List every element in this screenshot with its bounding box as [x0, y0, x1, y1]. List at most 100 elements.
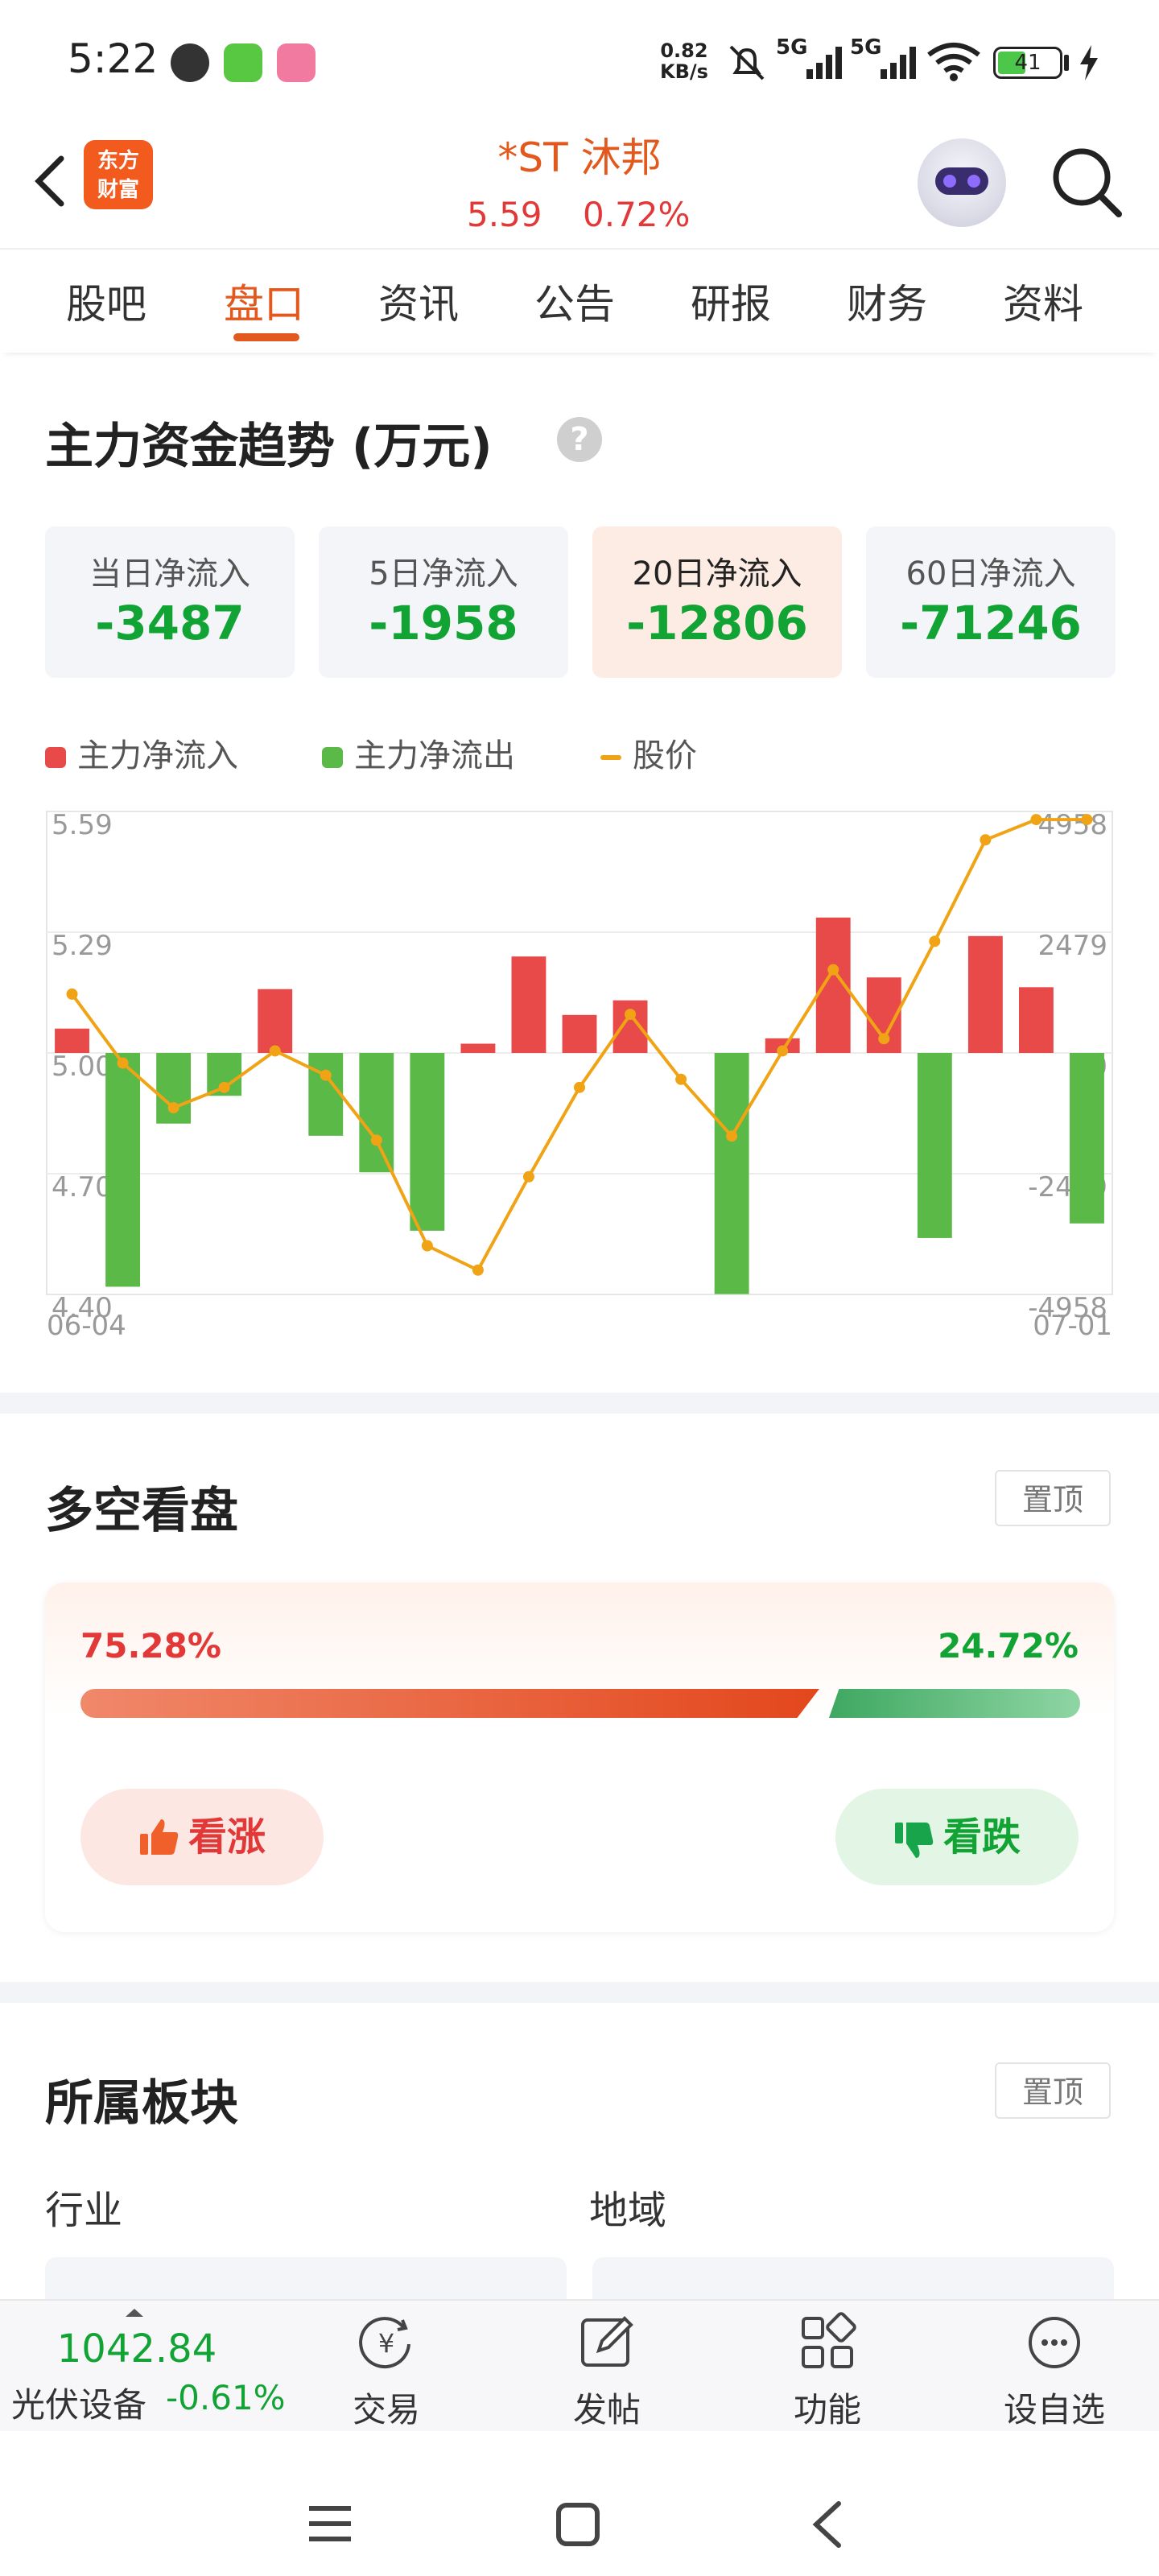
outflow-bar — [917, 1053, 952, 1238]
clock: 5:22 — [68, 35, 159, 82]
inflow-bar — [55, 1028, 89, 1053]
price-point — [117, 1057, 129, 1069]
stock-price: 5.59 — [467, 195, 542, 234]
region-sector-item[interactable] — [592, 2257, 1114, 2306]
caret-up-icon — [126, 2309, 143, 2317]
legend-inflow: 主力净流入 — [45, 729, 238, 776]
bullish-button[interactable]: 看涨 — [80, 1789, 324, 1885]
nav-functions[interactable]: 功能 — [747, 2301, 908, 2433]
inflow-bar — [258, 989, 293, 1053]
stock-change-pct: 0.72% — [583, 195, 691, 234]
bull-ratio-bar — [80, 1689, 819, 1718]
right-axis-tick: 4958 — [1037, 809, 1107, 841]
thumbs-up-icon — [139, 1819, 179, 1855]
edit-icon — [581, 2316, 633, 2367]
card-label: 60日净流入 — [905, 555, 1076, 592]
card-label: 当日净流入 — [89, 555, 250, 592]
left-axis-tick: 5.29 — [52, 930, 113, 962]
price-point — [370, 1134, 382, 1146]
left-axis-tick: 5.00 — [52, 1051, 113, 1083]
main-funds-title: 主力资金趋势 (万元) — [45, 419, 493, 475]
section-divider — [0, 1393, 1159, 1414]
search-icon[interactable] — [1046, 142, 1127, 222]
price-point — [929, 935, 941, 947]
index-change: -0.61% — [166, 2378, 286, 2417]
legend-outflow: 主力净流出 — [322, 729, 515, 776]
index-ticker[interactable]: 1042.84 光伏设备 -0.61% — [0, 2301, 286, 2433]
left-axis-tick: 4.70 — [52, 1171, 113, 1203]
left-axis-tick: 5.59 — [52, 809, 113, 841]
pin-top-button[interactable]: 置顶 — [995, 1470, 1111, 1526]
index-value: 1042.84 — [56, 2326, 217, 2372]
signal-type-1: 5G — [776, 35, 808, 60]
net-inflow-card-60d[interactable]: 60日净流入 -71246 — [866, 526, 1116, 678]
price-point — [66, 988, 78, 1000]
tab-pankou[interactable]: 盘口 — [224, 272, 304, 330]
pin-top-button[interactable]: 置顶 — [995, 2062, 1111, 2119]
battery-icon: 41 — [993, 47, 1062, 79]
right-axis-tick: 2479 — [1037, 930, 1107, 962]
tab-research[interactable]: 研报 — [691, 272, 771, 330]
inflow-bar — [511, 956, 547, 1053]
outflow-bar — [105, 1053, 141, 1287]
signal-bars-icon — [806, 47, 842, 79]
index-name: 光伏设备 — [11, 2385, 147, 2425]
price-point — [269, 1045, 281, 1057]
mute-bell-icon — [729, 45, 765, 80]
net-inflow-card-20d[interactable]: 20日净流入 -12806 — [592, 526, 842, 678]
price-point — [777, 1045, 789, 1057]
bearish-label: 看跌 — [942, 1814, 1021, 1860]
outflow-bar — [359, 1053, 394, 1173]
bull-percent: 75.28% — [80, 1626, 221, 1666]
tab-announcements[interactable]: 公告 — [534, 272, 615, 330]
svg-text:¥: ¥ — [378, 2328, 394, 2359]
industry-sector-item[interactable] — [45, 2257, 567, 2306]
battery-level: 41 — [1014, 51, 1041, 75]
back-icon[interactable] — [810, 2500, 845, 2549]
system-nav-bar — [0, 2431, 1159, 2576]
grid-apps-icon — [802, 2312, 856, 2368]
price-point — [827, 964, 839, 976]
price-point — [980, 834, 992, 846]
net-inflow-card-today[interactable]: 当日净流入 -3487 — [45, 526, 295, 678]
card-value: -1958 — [369, 596, 518, 650]
nav-trade[interactable]: ¥ 交易 — [306, 2301, 467, 2433]
home-icon[interactable] — [555, 2502, 600, 2547]
legend-label: 股价 — [633, 737, 697, 774]
card-value: -12806 — [626, 596, 808, 650]
bull-bear-card: 75.28% 24.72% 看涨 看跌 — [45, 1583, 1114, 1932]
bull-bear-title: 多空看盘 — [45, 1483, 238, 1539]
price-point — [726, 1130, 738, 1142]
main-funds-chart: 5.595.295.004.704.40495824790-2479-49580… — [46, 809, 1113, 1342]
price-point — [421, 1240, 433, 1252]
signal-type-2: 5G — [850, 35, 882, 60]
assistant-robot-icon[interactable] — [918, 138, 1006, 227]
status-bar: 5:22 0.82 KB/s 5G 5G 41 — [0, 0, 1159, 121]
tab-news[interactable]: 资讯 — [378, 272, 459, 330]
tab-profile[interactable]: 资料 — [1003, 272, 1083, 330]
help-icon[interactable]: ? — [557, 417, 602, 462]
price-point — [472, 1264, 484, 1276]
nav-label: 功能 — [793, 2390, 861, 2429]
thumbs-down-icon — [894, 1823, 934, 1858]
charging-bolt-icon — [1080, 45, 1098, 80]
section-divider — [0, 1982, 1159, 2003]
tab-guba[interactable]: 股吧 — [66, 272, 146, 330]
outflow-bar — [410, 1053, 445, 1231]
legend-swatch — [322, 747, 343, 768]
signal-bars-icon — [881, 47, 916, 79]
card-label: 20日净流入 — [632, 555, 802, 592]
tab-financials[interactable]: 财务 — [847, 272, 927, 330]
nav-post[interactable]: 发帖 — [526, 2301, 687, 2433]
inflow-bar — [612, 1000, 648, 1053]
bearish-button[interactable]: 看跌 — [835, 1789, 1079, 1885]
menu-icon[interactable] — [306, 2504, 354, 2544]
legend-price: 股价 — [600, 729, 697, 776]
bilibili-app-icon — [277, 43, 316, 82]
stock-header: 东方财富 *ST 沐邦 5.59 0.72% — [0, 121, 1159, 250]
net-inflow-card-5d[interactable]: 5日净流入 -1958 — [319, 526, 568, 678]
nav-add-watchlist[interactable]: 设自选 — [966, 2301, 1143, 2433]
bear-ratio-bar — [829, 1689, 1080, 1718]
industry-label: 行业 — [45, 2188, 123, 2233]
price-point — [625, 1009, 637, 1021]
